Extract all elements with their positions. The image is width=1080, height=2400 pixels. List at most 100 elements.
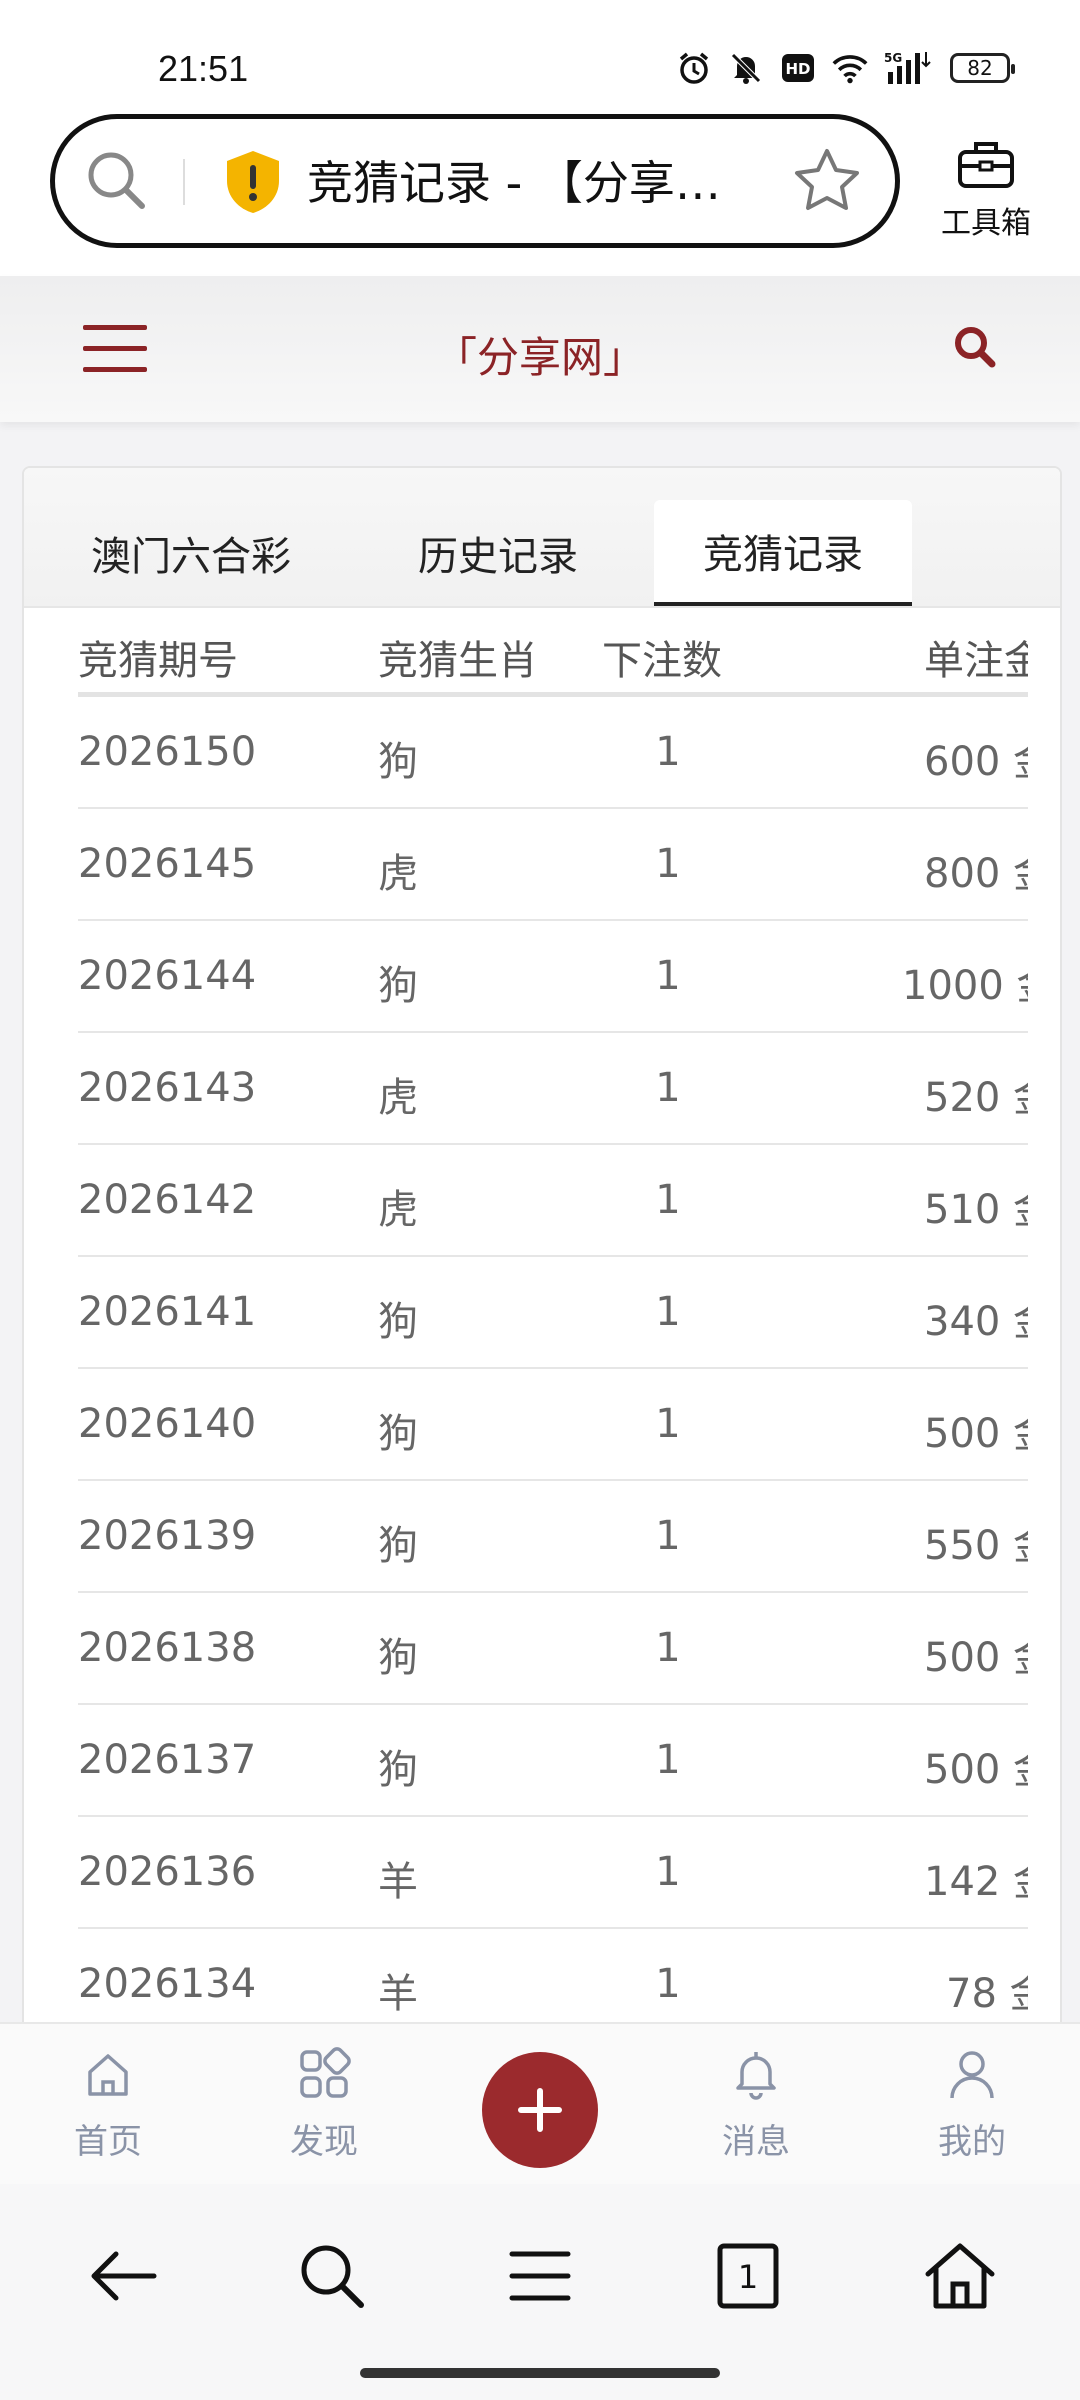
- hd-icon: HD: [780, 50, 816, 86]
- cell-zodiac: 狗: [378, 1299, 418, 1345]
- browser-nav: 1: [0, 2184, 1080, 2400]
- cell-period: 2026150: [78, 729, 257, 775]
- nav-messages-label: 消息: [722, 2122, 790, 2162]
- nav-profile-label: 我的: [938, 2122, 1006, 2162]
- cell-bet-count: 1: [655, 1401, 681, 1447]
- toolbox-icon: [958, 142, 1014, 188]
- svg-text:1: 1: [738, 2258, 758, 2296]
- cell-zodiac: 狗: [378, 1523, 418, 1569]
- cell-zodiac: 虎: [378, 1187, 418, 1233]
- status-time: 21:51: [158, 48, 249, 89]
- cell-bet-count: 1: [655, 1849, 681, 1895]
- cell-period: 2026138: [78, 1625, 257, 1671]
- tab-macau-lottery[interactable]: 澳门六合彩: [78, 500, 304, 606]
- cell-period: 2026139: [78, 1513, 257, 1559]
- nav-messages[interactable]: 消息: [686, 2046, 826, 2163]
- table-row: 2026142 虎 1 510 金: [78, 1145, 1060, 1257]
- table-row: 2026139 狗 1 550 金: [78, 1481, 1060, 1593]
- svg-text:HD: HD: [785, 60, 810, 78]
- address-bar[interactable]: 竞猜记录 - 【分享…: [50, 114, 900, 248]
- site-search-icon[interactable]: [950, 322, 1000, 372]
- cell-zodiac: 狗: [378, 1747, 418, 1793]
- shield-warning-icon[interactable]: [223, 149, 283, 215]
- signal-icon: 5G: [884, 50, 934, 86]
- home-indicator[interactable]: [360, 2368, 720, 2378]
- header-unit-amount: 单注金: [924, 638, 1044, 684]
- site-title: 「分享网」: [434, 333, 645, 382]
- tabs-icon[interactable]: 1: [708, 2236, 788, 2316]
- cell-bet-count: 1: [655, 1961, 681, 2007]
- header-period: 竞猜期号: [78, 638, 238, 684]
- table-row: 2026144 狗 1 1000 金: [78, 921, 1060, 1033]
- cell-period: 2026143: [78, 1065, 257, 1111]
- battery-icon: 82: [950, 53, 1015, 83]
- table-row: 2026145 虎 1 800 金: [78, 809, 1060, 921]
- cell-period: 2026134: [78, 1961, 257, 2007]
- address-divider: [183, 159, 185, 205]
- cell-bet-count: 1: [655, 1065, 681, 1111]
- tab-history[interactable]: 历史记录: [408, 500, 588, 606]
- cell-period: 2026140: [78, 1401, 257, 1447]
- search-icon[interactable]: [81, 145, 153, 217]
- discover-icon: [300, 2047, 351, 2098]
- cell-bet-count: 1: [655, 953, 681, 999]
- nav-home[interactable]: 首页: [38, 2046, 178, 2163]
- cell-zodiac: 狗: [378, 963, 418, 1009]
- bottom-nav: 首页 发现 消息 我的: [0, 2022, 1080, 2186]
- table-row: 2026143 虎 1 520 金: [78, 1033, 1060, 1145]
- records-table: 竞猜期号 竞猜生肖 下注数 单注金 2026150 狗 1 600 金 2026…: [78, 608, 1060, 2028]
- cell-bet-count: 1: [655, 1737, 681, 1783]
- status-icons: HD 5G 82: [676, 50, 1015, 86]
- table-header: 竞猜期号 竞猜生肖 下注数 单注金: [78, 608, 1060, 697]
- cell-bet-count: 1: [655, 1625, 681, 1671]
- table-row: 2026141 狗 1 340 金: [78, 1257, 1060, 1369]
- header-bet-count: 下注数: [602, 638, 722, 684]
- tab-guess-records[interactable]: 竞猜记录: [654, 500, 912, 606]
- search-icon[interactable]: [292, 2236, 372, 2316]
- toolbox-button[interactable]: 工具箱: [936, 138, 1036, 242]
- site-header: 「分享网」: [0, 276, 1080, 422]
- table-row: 2026138 狗 1 500 金: [78, 1593, 1060, 1705]
- url-text[interactable]: 竞猜记录 - 【分享…: [307, 147, 721, 213]
- records-card: 澳门六合彩 历史记录 竞猜记录 竞猜期号 竞猜生肖 下注数 单注金 202615…: [22, 466, 1062, 2030]
- cell-zodiac: 羊: [378, 1859, 418, 1905]
- tab-bar: 澳门六合彩 历史记录 竞猜记录: [24, 468, 1060, 608]
- menu-lines-icon[interactable]: [500, 2236, 580, 2316]
- cell-period: 2026136: [78, 1849, 257, 1895]
- table-row: 2026134 羊 1 78 金: [78, 1929, 1060, 2028]
- wifi-icon: [832, 50, 868, 86]
- alarm-icon: [676, 50, 712, 86]
- toolbox-label: 工具箱: [941, 206, 1031, 241]
- back-arrow-icon[interactable]: [84, 2236, 164, 2316]
- cell-period: 2026145: [78, 841, 257, 887]
- cell-bet-count: 1: [655, 1289, 681, 1335]
- cell-zodiac: 羊: [378, 1971, 418, 2017]
- table-row: 2026137 狗 1 500 金: [78, 1705, 1060, 1817]
- table-row: 2026136 羊 1 142 金: [78, 1817, 1060, 1929]
- nav-profile[interactable]: 我的: [902, 2046, 1042, 2163]
- home-icon: [88, 2054, 128, 2096]
- cell-period: 2026141: [78, 1289, 257, 1335]
- cell-bet-count: 1: [655, 841, 681, 887]
- browser-bar: 竞猜记录 - 【分享… 工具箱: [0, 110, 1080, 276]
- mute-icon: [728, 50, 764, 86]
- cell-zodiac: 虎: [378, 851, 418, 897]
- bell-icon: [736, 2052, 776, 2100]
- table-row: 2026140 狗 1 500 金: [78, 1369, 1060, 1481]
- cell-period: 2026142: [78, 1177, 257, 1223]
- plus-icon: [518, 2088, 562, 2132]
- cell-zodiac: 狗: [378, 1411, 418, 1457]
- cell-period: 2026137: [78, 1737, 257, 1783]
- status-bar: 21:51 HD 5G 82: [0, 0, 1080, 110]
- nav-discover-label: 发现: [290, 2122, 358, 2162]
- nav-home-label: 首页: [74, 2122, 142, 2162]
- star-icon[interactable]: [791, 145, 863, 217]
- nav-discover[interactable]: 发现: [254, 2046, 394, 2163]
- cell-bet-count: 1: [655, 1177, 681, 1223]
- add-button[interactable]: [482, 2052, 598, 2168]
- svg-text:5G: 5G: [884, 51, 902, 65]
- home-icon[interactable]: [920, 2236, 1000, 2316]
- table-row: 2026150 狗 1 600 金: [78, 697, 1060, 809]
- user-icon: [950, 2051, 994, 2099]
- cell-zodiac: 虎: [378, 1075, 418, 1121]
